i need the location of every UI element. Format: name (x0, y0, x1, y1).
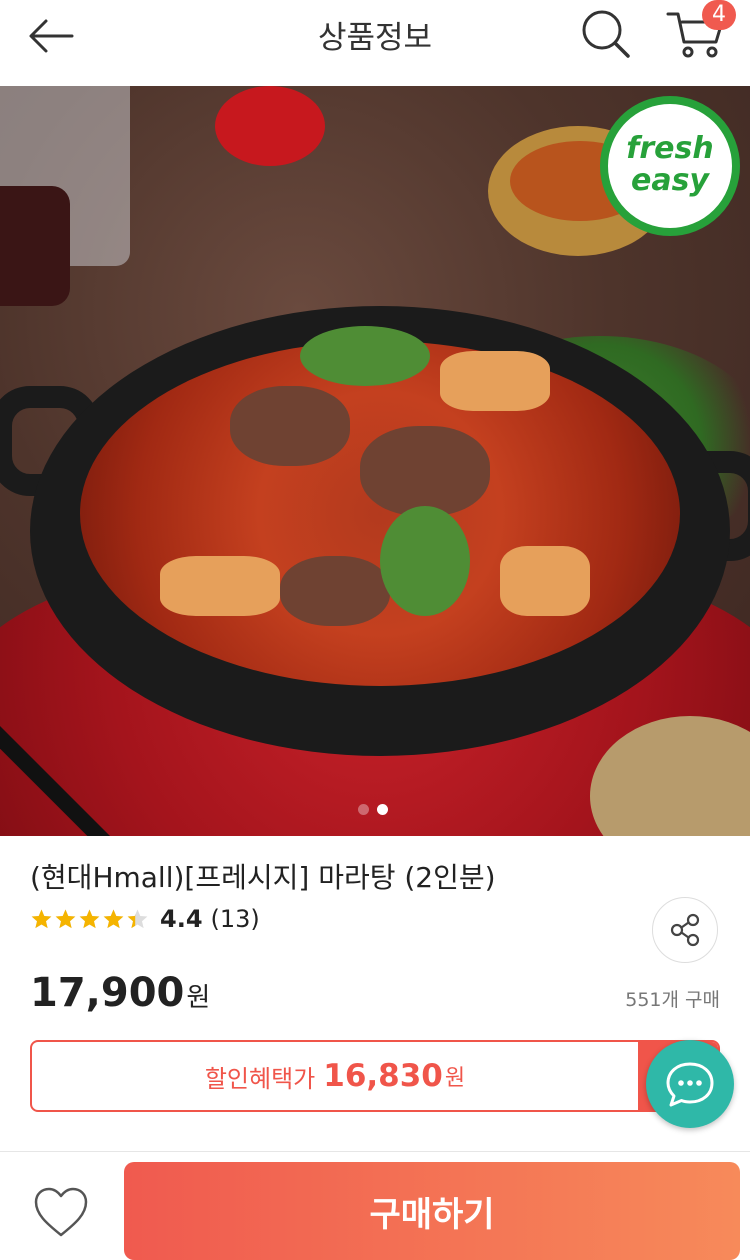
wishlist-heart-icon[interactable] (32, 1185, 90, 1239)
price-row: 17,900 원 (30, 970, 210, 1016)
cup-decor (0, 186, 70, 306)
app-header: 상품정보 4 (0, 0, 750, 86)
discount-price: 16,830 (323, 1058, 443, 1094)
chat-button[interactable] (646, 1040, 734, 1128)
tofu-skin (440, 351, 550, 411)
bok-choy (300, 326, 430, 386)
sold-count: 551개 구매 (625, 989, 720, 1011)
discount-price-button[interactable]: 할인혜택가 16,830 원 (30, 1040, 720, 1112)
product-price: 17,900 (30, 970, 185, 1016)
logo-text-line2: easy (630, 163, 709, 198)
star-icon (79, 908, 100, 928)
fresh-easy-logo: fresh easy (600, 96, 740, 236)
teapot-decor (215, 86, 325, 166)
chat-bubble-icon (666, 1062, 714, 1107)
bottom-action-bar: 구매하기 (0, 1151, 750, 1260)
beef-slice (230, 386, 350, 466)
buy-button[interactable]: 구매하기 (124, 1162, 740, 1260)
rating-value: 4.4 (160, 905, 203, 933)
beef-slice (360, 426, 490, 516)
carousel-indicator (358, 800, 396, 819)
discount-label: 할인혜택가 (204, 1064, 316, 1093)
star-icon (31, 908, 52, 928)
rating-stars (30, 908, 150, 931)
discount-text: 할인혜택가 16,830 원 (32, 1042, 638, 1110)
discount-unit: 원 (444, 1066, 466, 1091)
cart-count-badge: 4 (702, 0, 736, 30)
share-button[interactable] (652, 897, 718, 963)
product-title: (현대Hmall)[프레시지] 마라탕 (2인분) (30, 861, 496, 894)
carousel-dot-active[interactable] (377, 804, 388, 815)
bok-choy (380, 506, 470, 616)
product-image-carousel[interactable]: fresh easy (0, 86, 750, 836)
search-icon[interactable] (580, 8, 632, 60)
malatang-soup (80, 341, 680, 686)
price-unit: 원 (186, 983, 211, 1013)
carousel-dot[interactable] (358, 804, 369, 815)
star-icon (55, 908, 76, 928)
star-icon (127, 908, 148, 928)
review-count: (13) (210, 905, 260, 933)
tofu-skin (160, 556, 280, 616)
tofu-skin (500, 546, 590, 616)
star-icon (103, 908, 124, 928)
logo-text-line1: fresh (626, 131, 714, 166)
page-title: 상품정보 (317, 20, 433, 56)
share-icon (670, 913, 700, 947)
rating-row[interactable]: 4.4 (13) (30, 904, 260, 934)
beef-slice (280, 556, 390, 626)
